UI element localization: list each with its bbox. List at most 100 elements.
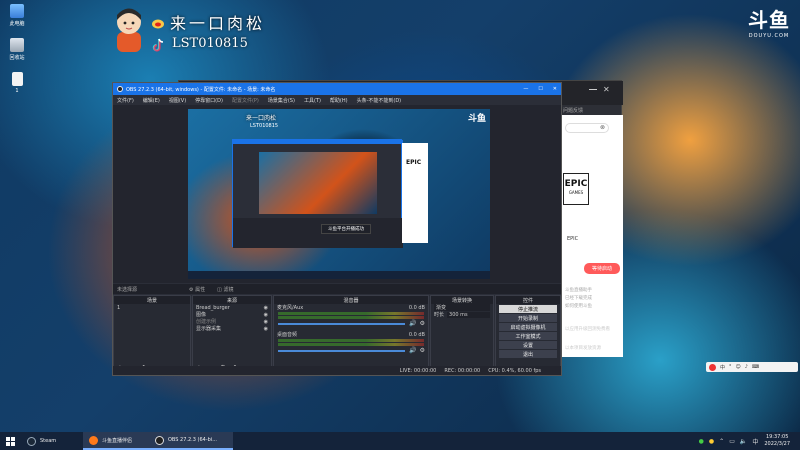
menu-file[interactable]: 文件(F)	[117, 97, 134, 104]
exit-button[interactable]: 退出	[499, 350, 557, 358]
tiktok-id: LST010815	[172, 36, 248, 51]
preview-brand: 斗鱼	[468, 114, 487, 124]
obs-icon	[155, 435, 164, 445]
volume-icon[interactable]: 🔈	[740, 438, 747, 445]
tray-app-icon[interactable]: ●	[709, 438, 714, 445]
ime-emoji-icon[interactable]: ☺	[736, 364, 741, 370]
browser-link[interactable]: 已经下载完成	[565, 295, 592, 301]
cpu-status: CPU: 0.4%, 60.00 fps	[488, 367, 541, 374]
desktop-icon-file[interactable]: 1	[4, 72, 30, 94]
taskbar-item-steam[interactable]: Steam	[21, 432, 83, 450]
gear-icon: ⚙	[189, 286, 194, 293]
ime-mic-icon[interactable]: ♪	[745, 364, 748, 370]
eye-icon[interactable]: ◉	[264, 326, 268, 332]
transition-duration[interactable]: 时长 300 ms	[431, 311, 493, 318]
scene-item[interactable]: 1	[114, 304, 190, 311]
volume-slider[interactable]	[278, 322, 406, 325]
source-item[interactable]: 创建示例 ◉	[193, 318, 271, 326]
file-icon	[11, 72, 23, 86]
source-hint: 未选择源	[117, 286, 138, 293]
eye-icon[interactable]: ◉	[264, 305, 268, 311]
properties-button[interactable]: ⚙ 属性	[189, 286, 205, 293]
taskbar-item-label: Steam	[40, 438, 57, 444]
menu-tools[interactable]: 工具(T)	[304, 97, 321, 104]
controls-title: 控件	[522, 297, 533, 304]
menu-docks[interactable]: 停靠窗口(D)	[195, 97, 223, 104]
close-button[interactable]: ✕	[553, 86, 557, 92]
taskbar: Steam 斗鱼直播伴侣 OBS 27.2.3 (64-bi... ● ● ⌃ …	[0, 432, 800, 450]
menu-help[interactable]: 帮助(H)	[330, 97, 348, 104]
menu-profile[interactable]: 配置文件(P)	[232, 97, 259, 104]
obs-menubar: 文件(F) 编辑(E) 视图(V) 停靠窗口(D) 配置文件(P) 场景集合(S…	[113, 95, 561, 105]
streamer-avatar	[112, 6, 146, 52]
volume-meter	[278, 339, 424, 342]
minimize-button[interactable]: —	[523, 86, 528, 92]
taskbar-item-douyu[interactable]: 斗鱼直播伴侣	[83, 432, 149, 450]
filters-button[interactable]: ◫ 滤镜	[217, 286, 233, 293]
desktop-icon-label: 此电脑	[9, 21, 25, 27]
desktop-icon-recycle-bin[interactable]: 回收站	[4, 38, 30, 61]
close-small-icon[interactable]: ⊗	[600, 124, 605, 131]
rec-status: REC: 00:00:00	[444, 367, 481, 374]
desktop-icon-this-pc[interactable]: 此电脑	[4, 4, 30, 27]
tray-app-icon[interactable]: ●	[699, 438, 704, 445]
filter-icon: ◫	[217, 286, 222, 293]
stop-streaming-button[interactable]: 停止推流	[499, 305, 557, 313]
gear-icon[interactable]: ⚙	[420, 320, 425, 327]
gear-icon[interactable]: ⚙	[420, 347, 425, 354]
network-icon[interactable]: ▭	[729, 438, 735, 445]
install-button[interactable]: 等待启动	[584, 263, 620, 274]
menu-scene-collection[interactable]: 场景集合(S)	[268, 97, 295, 104]
preview-streamer-name: 来一口肉松	[246, 115, 277, 122]
virtual-camera-button[interactable]: 启动虚拟摄像机	[499, 323, 557, 331]
start-button[interactable]	[0, 432, 21, 450]
ime-icon[interactable]: 中	[752, 437, 758, 446]
source-item[interactable]: 图像 ◉	[193, 311, 271, 319]
streamer-name: 来一口肉松	[170, 14, 266, 33]
obs-titlebar[interactable]: OBS 27.2.3 (64-bit, windows) - 配置文件: 未命名…	[113, 83, 561, 95]
preview-tiktok-id: LST010815	[250, 123, 279, 129]
eye-icon[interactable]: ◉	[264, 312, 268, 318]
speaker-icon[interactable]: 🔊	[409, 320, 416, 327]
steam-icon	[27, 436, 36, 446]
obs-status-bar: LIVE: 00:00:00 REC: 00:00:00 CPU: 0.4%, …	[113, 366, 561, 375]
ime-mode-icon[interactable]: 中	[720, 364, 725, 371]
ime-keyboard-icon[interactable]: ⌨	[752, 364, 759, 370]
douyu-logo: 斗鱼 DOUYU.COM	[748, 8, 790, 39]
douyu-icon	[89, 435, 98, 445]
speaker-icon[interactable]: 🔊	[409, 347, 416, 354]
browser-link[interactable]: 如何使用斗鱼	[565, 303, 592, 309]
taskbar-item-label: 斗鱼直播伴侣	[102, 437, 133, 444]
nested-toast: 斗鱼平台开播成功	[321, 224, 371, 234]
eye-icon[interactable]: ◉	[264, 319, 268, 325]
volume-slider[interactable]	[278, 349, 406, 352]
transition-select[interactable]: 渐变	[431, 304, 493, 311]
browser-link[interactable]: 以本项目发放资源	[565, 345, 601, 351]
maximize-button[interactable]: ☐	[538, 86, 542, 92]
browser-header-text[interactable]: 问题反馈	[563, 107, 583, 114]
live-status: LIVE: 00:00:00	[399, 367, 437, 374]
windows-icon	[6, 436, 15, 446]
source-item[interactable]: 显示器采集 ◉	[193, 325, 271, 333]
clock[interactable]: 19:37:05 2022/3/27	[764, 434, 790, 448]
browser-link[interactable]: 斗鱼直播助手	[565, 287, 592, 293]
input-method-bar[interactable]: 中 ° ☺ ♪ ⌨	[706, 362, 798, 372]
menu-view[interactable]: 视图(V)	[169, 97, 186, 104]
tray-chevron-icon[interactable]: ⌃	[719, 438, 724, 445]
controls-panel: 控件 停止推流 开始录制 启动虚拟摄像机 工作室模式 设置 退出	[495, 295, 561, 375]
menu-toutiao[interactable]: 头条-不能不能到(D)	[357, 97, 402, 104]
settings-button[interactable]: 设置	[499, 341, 557, 349]
ime-punct-icon[interactable]: °	[729, 364, 732, 370]
source-item[interactable]: Bread_burger ◉	[193, 304, 271, 311]
minimize-button[interactable]	[589, 89, 597, 90]
preview-area[interactable]: 来一口肉松 LST010815 斗鱼 斗鱼平台开播成功 EPIC	[113, 105, 561, 283]
start-recording-button[interactable]: 开始录制	[499, 314, 557, 322]
obs-window[interactable]: OBS 27.2.3 (64-bit, windows) - 配置文件: 未命名…	[112, 82, 562, 376]
close-button[interactable]: ✕	[603, 85, 610, 94]
browser-link[interactable]: 以应用升级回测免费看	[565, 326, 610, 332]
desktop-icon-label: 回收站	[9, 55, 25, 61]
sources-title: 来源	[226, 297, 237, 304]
taskbar-item-obs[interactable]: OBS 27.2.3 (64-bi...	[149, 432, 233, 450]
studio-mode-button[interactable]: 工作室模式	[499, 332, 557, 340]
menu-edit[interactable]: 编辑(E)	[143, 97, 160, 104]
